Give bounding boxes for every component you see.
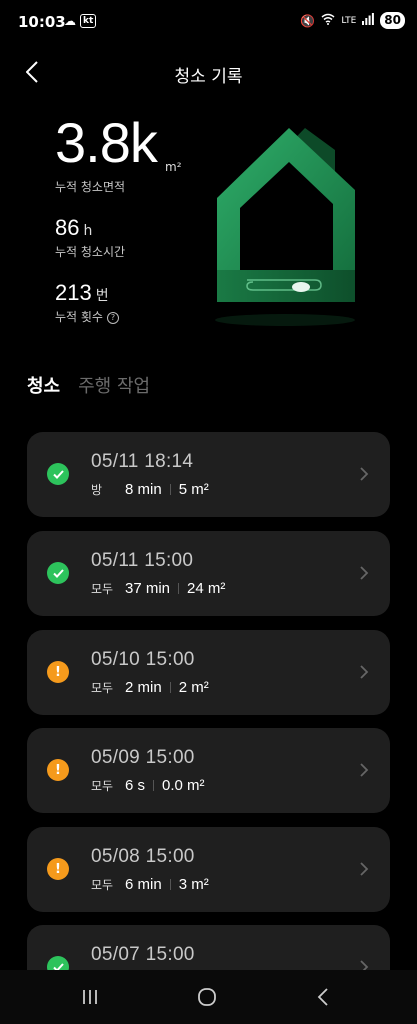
check-icon (47, 956, 69, 970)
check-icon (47, 562, 69, 584)
tab-cleaning[interactable]: 청소 (27, 372, 60, 398)
total-time-value: 86 (55, 215, 80, 240)
system-nav-bar (0, 970, 417, 1024)
record-duration: 2 min (125, 679, 162, 696)
chevron-right-icon (360, 960, 369, 970)
wifi-icon (321, 13, 335, 28)
total-time-unit: h (83, 223, 93, 239)
header: 청소 기록 (0, 50, 417, 94)
back-nav-button[interactable] (305, 982, 341, 1012)
cloud-icon: ☁ (64, 14, 76, 28)
home-icon (198, 988, 216, 1006)
record-area: 2 m² (178, 679, 209, 696)
chevron-right-icon (360, 862, 369, 876)
record-room: 모두 (91, 779, 114, 793)
page-title: 청소 기록 (174, 67, 243, 87)
record-area: 0.0 m² (162, 777, 205, 794)
record-date: 05/10 15:00 (91, 649, 195, 670)
record-room: 방 (91, 483, 103, 497)
total-area-unit: m² (165, 160, 182, 174)
record-date: 05/09 15:00 (91, 747, 195, 768)
record-duration: 6 s (125, 777, 146, 794)
record-duration: 6 min (125, 876, 162, 893)
check-icon (47, 463, 69, 485)
battery-icon: 80 (380, 12, 405, 29)
divider (169, 879, 171, 890)
tab-driving-task[interactable]: 주행 작업 (78, 372, 150, 398)
record-area: 3 m² (178, 876, 209, 893)
record-date: 05/08 15:00 (91, 846, 195, 867)
divider (178, 583, 180, 594)
record-card[interactable]: 05/11 15:00 모두 37 min 24 m² (27, 531, 390, 616)
record-card[interactable]: 05/07 15:00 (27, 925, 390, 970)
chevron-right-icon (360, 665, 369, 679)
record-room: 모두 (91, 681, 114, 695)
status-bar: 10:03 ☁ kt 🔇 LTE 80 (0, 0, 417, 44)
total-count-unit: 번 (95, 288, 109, 304)
total-count-label: 누적 횟수 (55, 310, 103, 324)
record-card[interactable]: ! 05/10 15:00 모두 2 min 2 m² (27, 630, 390, 715)
record-room: 모두 (91, 582, 114, 596)
info-icon[interactable]: ? (106, 311, 119, 324)
signal-icon (362, 13, 375, 28)
warning-icon: ! (47, 661, 69, 683)
carrier-badge: kt (80, 14, 97, 28)
record-area: 5 m² (178, 481, 209, 498)
record-card[interactable]: ! 05/09 15:00 모두 6 s 0.0 m² (27, 728, 390, 813)
status-time: 10:03 (18, 13, 66, 31)
home-button[interactable] (189, 982, 225, 1012)
warning-icon: ! (47, 759, 69, 781)
chevron-right-icon (360, 467, 369, 481)
mute-icon: 🔇 (300, 13, 316, 28)
record-duration: 37 min (125, 580, 171, 597)
warning-icon: ! (47, 858, 69, 880)
record-date: 05/11 18:14 (91, 451, 194, 472)
record-date: 05/11 15:00 (91, 550, 194, 571)
record-date: 05/07 15:00 (91, 944, 195, 965)
record-list: 05/11 18:14 방 8 min 5 m² 05/11 15:00 모두 … (27, 432, 390, 970)
divider (153, 780, 155, 791)
chevron-right-icon (360, 566, 369, 580)
house-illustration (205, 120, 375, 330)
chevron-right-icon (360, 763, 369, 777)
total-count-value: 213 (55, 280, 92, 305)
record-card[interactable]: 05/11 18:14 방 8 min 5 m² (27, 432, 390, 517)
record-duration: 8 min (125, 481, 162, 498)
record-tabs: 청소 주행 작업 (27, 372, 150, 398)
lte-label: LTE (341, 15, 357, 26)
divider (169, 682, 171, 693)
recent-apps-button[interactable] (72, 982, 108, 1012)
record-card[interactable]: ! 05/08 15:00 모두 6 min 3 m² (27, 827, 390, 912)
record-room: 모두 (91, 878, 114, 892)
record-area: 24 m² (187, 580, 226, 597)
recent-apps-icon (83, 990, 97, 1004)
back-icon (317, 988, 328, 1006)
divider (169, 484, 171, 495)
